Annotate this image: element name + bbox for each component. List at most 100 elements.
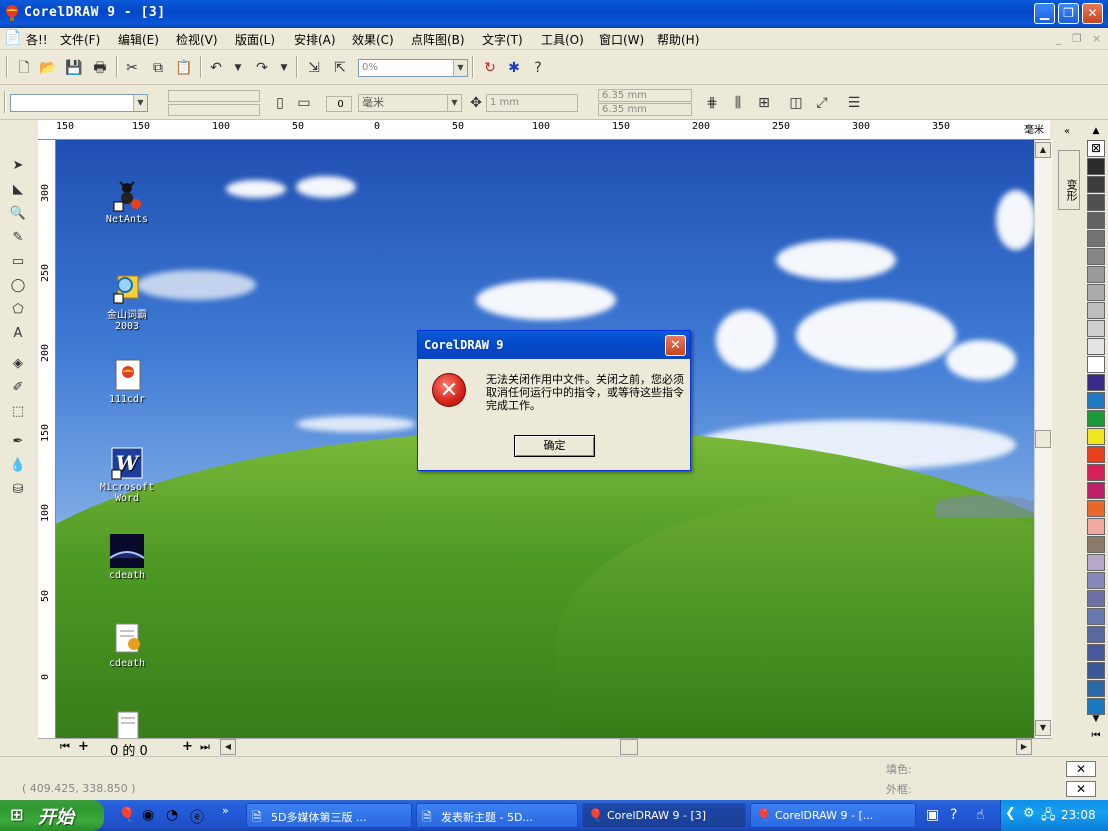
mdi-minimize-button[interactable]: _ xyxy=(1056,32,1062,45)
units-select[interactable]: 毫米 ▼ xyxy=(358,94,462,112)
palette-scroll-down-icon[interactable]: ▼ xyxy=(1088,714,1104,726)
taskbar-item-coreldraw-active[interactable]: 🎈 CorelDRAW 9 - [3] xyxy=(582,803,746,828)
menu-item-bitmaps[interactable]: 点阵图(B) xyxy=(411,31,465,48)
outline-none-indicator[interactable]: ✕ xyxy=(1066,781,1096,797)
horizontal-ruler[interactable]: 150 150 100 50 0 50 100 150 200 250 300 … xyxy=(38,120,1050,140)
color-swatch[interactable] xyxy=(1087,176,1105,193)
desktop-icon-111cdr[interactable]: 111cdr xyxy=(92,358,162,405)
freehand-tool-icon[interactable]: ✎ xyxy=(8,228,28,248)
docker-tab-transform[interactable]: 变形 xyxy=(1058,150,1080,210)
color-swatch[interactable] xyxy=(1087,230,1105,247)
desktop-icon-word[interactable]: W Microsoft Word xyxy=(92,446,162,504)
color-swatch[interactable] xyxy=(1087,356,1105,373)
color-swatch[interactable] xyxy=(1087,644,1105,661)
restore-button[interactable]: ❐ xyxy=(1058,3,1079,24)
page-count-field[interactable]: 0 xyxy=(326,96,352,112)
palette-expand-icon[interactable]: ⏮ xyxy=(1088,730,1104,744)
zoom-level-select[interactable]: 0% ▼ xyxy=(358,59,468,77)
color-swatch[interactable] xyxy=(1087,374,1105,391)
menu-item-effects[interactable]: 效果(C) xyxy=(352,31,394,48)
color-swatch[interactable] xyxy=(1087,518,1105,535)
quicklaunch-more-icon[interactable]: » xyxy=(222,804,229,817)
snap-objects-icon[interactable]: ⊞ xyxy=(754,93,774,113)
paper-type-select[interactable]: ▼ xyxy=(10,94,148,112)
color-swatch[interactable] xyxy=(1087,590,1105,607)
start-button[interactable]: ⊞ 开始 xyxy=(0,800,104,831)
redo-dropdown-icon[interactable]: ▼ xyxy=(274,58,294,78)
treat-as-filled-icon[interactable]: ◫ xyxy=(786,93,806,113)
document-icon[interactable]: 📄 xyxy=(4,30,21,46)
dialog-close-button[interactable]: ✕ xyxy=(665,335,686,356)
scroll-up-icon[interactable]: ▲ xyxy=(1035,142,1051,158)
text-tool-icon[interactable]: A xyxy=(8,324,28,344)
tray-app-icon[interactable]: ⚙ xyxy=(1023,806,1035,821)
outline-tool-icon[interactable]: ✒ xyxy=(8,432,28,452)
scroll-down-icon[interactable]: ▼ xyxy=(1035,720,1051,736)
menu-item-text[interactable]: 文字(T) xyxy=(482,31,523,48)
paint-bucket-icon[interactable]: ⛁ xyxy=(8,480,28,500)
fill-tool-icon[interactable]: 💧 xyxy=(8,456,28,476)
snap-guidelines-icon[interactable]: ⫼ xyxy=(728,93,748,113)
color-swatch[interactable] xyxy=(1087,554,1105,571)
network-icon[interactable]: 🖧 xyxy=(1041,806,1056,828)
redo-icon[interactable]: ↷ xyxy=(252,58,272,78)
nudge-offset-field[interactable]: 1 mm xyxy=(486,94,578,112)
tray-expand-icon[interactable]: ❮ xyxy=(1005,806,1016,821)
page-width-field[interactable] xyxy=(168,90,260,102)
add-page-before-icon[interactable]: + xyxy=(78,739,89,754)
scroll-right-icon[interactable]: ▶ xyxy=(1016,739,1032,755)
quicklaunch-ie-icon[interactable]: ⓔ xyxy=(190,807,204,827)
paste-icon[interactable]: 📋 xyxy=(174,58,194,78)
color-swatch[interactable] xyxy=(1087,428,1105,445)
color-swatch[interactable] xyxy=(1087,158,1105,175)
desktop-icon-netants[interactable]: NetAnts xyxy=(92,178,162,225)
menu-item-arrange[interactable]: 安排(A) xyxy=(294,31,336,48)
corel-script-icon[interactable]: ✱ xyxy=(504,58,524,78)
menu-item-layout[interactable]: 版面(L) xyxy=(235,31,275,48)
copy-icon[interactable]: ⧉ xyxy=(148,58,168,78)
horizontal-scroll-thumb[interactable] xyxy=(620,739,638,755)
color-swatch[interactable] xyxy=(1087,572,1105,589)
color-swatch[interactable] xyxy=(1087,248,1105,265)
polygon-tool-icon[interactable]: ⬠ xyxy=(8,300,28,320)
pointer-icon[interactable]: ☝ xyxy=(976,807,985,823)
quicklaunch-messenger-icon[interactable]: ◔ xyxy=(166,807,178,823)
desktop-icon-cdeath[interactable]: cdeath xyxy=(92,534,162,581)
color-swatch[interactable] xyxy=(1087,392,1105,409)
menu-item-tools[interactable]: 工具(O) xyxy=(541,31,584,48)
desktop-icon-partial[interactable] xyxy=(92,710,162,738)
color-swatch[interactable] xyxy=(1087,500,1105,517)
import-icon[interactable]: ⇲ xyxy=(304,58,324,78)
vertical-scroll-thumb[interactable] xyxy=(1035,430,1051,448)
color-swatch[interactable] xyxy=(1087,266,1105,283)
snap-grid-icon[interactable]: ⋕ xyxy=(702,93,722,113)
taskbar-item-5d[interactable]: 🗎 5D多媒体第三版 ... xyxy=(246,803,412,828)
options-icon[interactable]: ☰ xyxy=(844,93,864,113)
quicklaunch-media-icon[interactable]: ◉ xyxy=(142,807,154,823)
whats-this-help-icon[interactable]: ? xyxy=(528,58,548,78)
print-icon[interactable]: 🖶 xyxy=(90,58,110,78)
help-icon[interactable]: ? xyxy=(950,807,957,823)
color-swatch[interactable] xyxy=(1087,212,1105,229)
new-file-icon[interactable]: 🗋 xyxy=(14,58,34,78)
close-button[interactable]: ✕ xyxy=(1082,3,1103,24)
color-swatch[interactable] xyxy=(1087,662,1105,679)
vertical-scrollbar[interactable]: ▲ ▼ xyxy=(1034,140,1052,738)
menu-item-edit[interactable]: 编辑(E) xyxy=(118,31,159,48)
eyedropper-icon[interactable]: ✐ xyxy=(8,378,28,398)
rectangle-tool-icon[interactable]: ▭ xyxy=(8,252,28,272)
scroll-left-icon[interactable]: ◀ xyxy=(220,739,236,755)
page-height-field[interactable] xyxy=(168,104,260,116)
corel-apps-icon[interactable]: ↻ xyxy=(480,58,500,78)
color-swatch[interactable] xyxy=(1087,194,1105,211)
shape-tool-icon[interactable]: ◣ xyxy=(8,180,28,200)
color-swatch[interactable] xyxy=(1087,446,1105,463)
color-swatch[interactable] xyxy=(1087,284,1105,301)
menu-item-help[interactable]: 帮助(H) xyxy=(657,31,699,48)
palette-scroll-up-icon[interactable]: ▲ xyxy=(1088,126,1104,138)
taskbar-item-coreldraw[interactable]: 🎈 CorelDRAW 9 - [... xyxy=(750,803,916,828)
ok-button[interactable]: 确定 xyxy=(514,435,595,457)
desktop-icon-cdeath-2[interactable]: cdeath xyxy=(92,622,162,669)
color-swatch[interactable] xyxy=(1087,698,1105,715)
menu-item-window-control[interactable]: 各!! xyxy=(26,31,48,48)
